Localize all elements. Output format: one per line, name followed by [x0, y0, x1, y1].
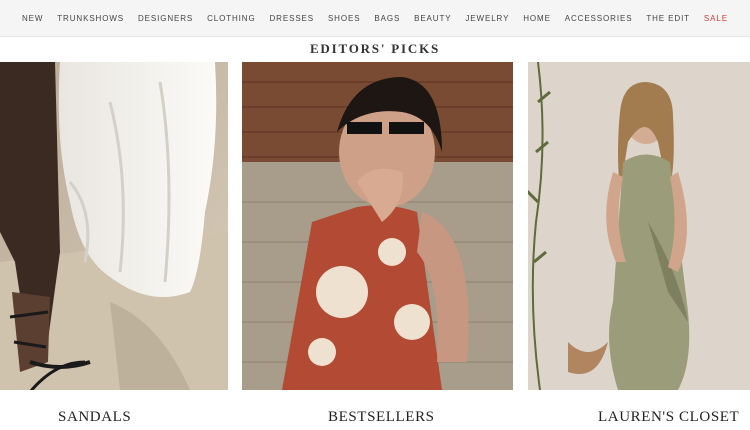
nav-item-designers[interactable]: DESIGNERS — [138, 14, 193, 23]
section-title: EDITORS' PICKS — [309, 40, 441, 53]
nav-item-jewelry[interactable]: JEWELRY — [465, 14, 509, 23]
nav-item-accessories[interactable]: ACCESSORIES — [565, 14, 633, 23]
nav-item-trunkshows[interactable]: TRUNKSHOWS — [57, 14, 124, 23]
card-bestsellers-image[interactable] — [242, 62, 513, 390]
caption-sandals[interactable]: SANDALS — [58, 409, 131, 426]
nav-item-beauty[interactable]: BEAUTY — [414, 14, 451, 23]
caption-laurens-closet[interactable]: LAUREN'S CLOSET — [598, 409, 739, 426]
bestsellers-photo — [242, 62, 513, 390]
card-laurens-closet-image[interactable] — [528, 62, 750, 390]
laurens-closet-photo — [528, 62, 750, 390]
nav-item-bags[interactable]: BAGS — [374, 14, 400, 23]
nav-item-new[interactable]: NEW — [22, 14, 43, 23]
caption-bestsellers[interactable]: BESTSELLERS — [328, 409, 435, 426]
card-sandals-image[interactable] — [0, 62, 228, 390]
nav-item-home[interactable]: HOME — [523, 14, 551, 23]
nav-item-sale[interactable]: SALE — [704, 14, 728, 23]
nav-item-the-edit[interactable]: THE EDIT — [646, 14, 690, 23]
nav-item-shoes[interactable]: SHOES — [328, 14, 361, 23]
nav-list: NEW TRUNKSHOWS DESIGNERS CLOTHING DRESSE… — [22, 14, 728, 23]
nav-item-clothing[interactable]: CLOTHING — [207, 14, 256, 23]
main-nav: NEW TRUNKSHOWS DESIGNERS CLOTHING DRESSE… — [0, 0, 750, 37]
nav-item-dresses[interactable]: DRESSES — [270, 14, 315, 23]
sandals-photo — [0, 62, 228, 390]
